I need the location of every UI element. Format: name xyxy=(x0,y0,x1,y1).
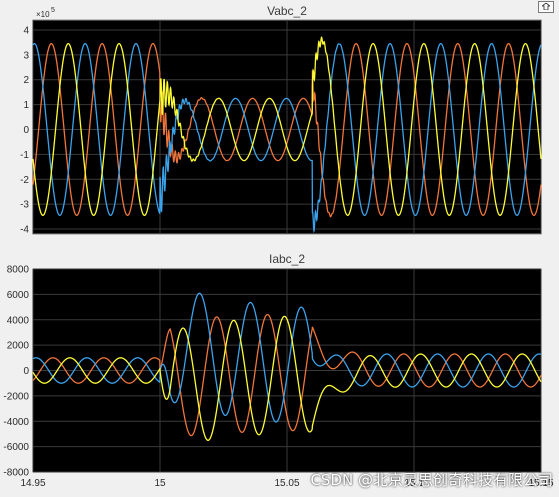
x-tick-label: 14.95 xyxy=(20,478,45,489)
scope-figure: Vabc_2 ×10 5 4 3 2 1 0 -1 -2 -3 -4 Iabc_2 8000 60… xyxy=(3,4,554,489)
y-tick-label: 1 xyxy=(23,100,29,111)
voltage-y-ticks: 4 3 2 1 0 -1 -2 -3 -4 xyxy=(20,25,29,235)
scope-window: Vabc_2 ×10 5 4 3 2 1 0 -1 -2 -3 -4 Iabc_2 8000 60… xyxy=(0,0,559,497)
watermark-text: CSDN @北京灵思创奇科技有限公司 xyxy=(310,471,553,489)
y-tick-label: -4000 xyxy=(3,417,29,428)
y-tick-label: 4 xyxy=(23,25,29,36)
y-tick-label: 6000 xyxy=(7,290,30,301)
current-plot-title: Iabc_2 xyxy=(269,252,305,266)
y-tick-label: -4 xyxy=(20,225,29,236)
current-axes[interactable]: Iabc_2 8000 6000 4000 2000 0 -2000 -4000 -6000 -… xyxy=(3,252,554,489)
y-tick-label: -8000 xyxy=(3,468,29,479)
voltage-plot-title: Vabc_2 xyxy=(267,4,307,18)
y-tick-label: 0 xyxy=(23,125,29,136)
y-tick-label: 0 xyxy=(23,366,29,377)
x-tick-label: 15 xyxy=(154,478,166,489)
voltage-axes[interactable]: Vabc_2 ×10 5 4 3 2 1 0 -1 -2 -3 -4 xyxy=(20,4,542,236)
y-tick-label: -6000 xyxy=(3,442,29,453)
undock-icon xyxy=(542,3,550,10)
y-tick-label: -2000 xyxy=(3,391,29,402)
y-tick-label: 8000 xyxy=(7,265,30,276)
y-tick-label: -1 xyxy=(20,150,29,161)
voltage-exponent-base: ×10 xyxy=(36,10,50,19)
y-tick-label: -2 xyxy=(20,175,29,186)
y-tick-label: 2000 xyxy=(7,341,30,352)
voltage-exponent-label: ×10 5 xyxy=(36,7,55,19)
y-tick-label: 3 xyxy=(23,50,29,61)
y-tick-label: 2 xyxy=(23,75,29,86)
current-y-ticks: 8000 6000 4000 2000 0 -2000 -4000 -6000 -8000 xyxy=(3,265,29,479)
voltage-exponent-power: 5 xyxy=(51,7,55,14)
y-tick-label: -3 xyxy=(20,200,29,211)
y-tick-label: 4000 xyxy=(7,315,30,326)
undock-button[interactable] xyxy=(538,1,554,13)
x-tick-label: 15.05 xyxy=(274,478,299,489)
